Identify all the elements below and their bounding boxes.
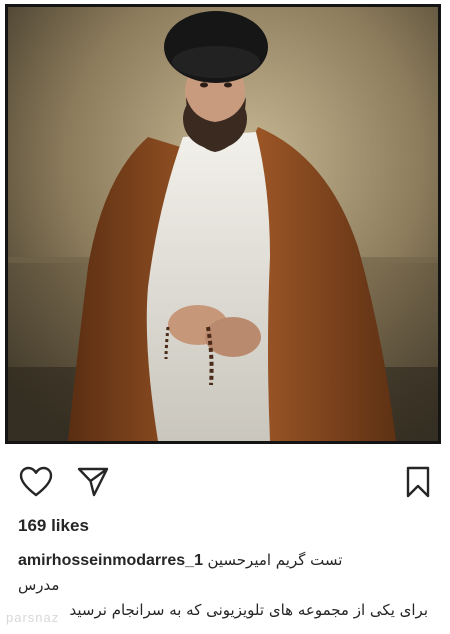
heart-outline-icon bbox=[19, 466, 53, 497]
share-button[interactable] bbox=[73, 462, 113, 502]
action-bar bbox=[0, 456, 450, 506]
caption-first-line: amirhosseinmodarres_1 تست گریم امیرحسین bbox=[18, 548, 438, 573]
instagram-post: 169 likes amirhosseinmodarres_1 تست گریم… bbox=[0, 0, 450, 634]
post-caption: amirhosseinmodarres_1 تست گریم امیرحسین … bbox=[18, 548, 438, 623]
caption-username[interactable]: amirhosseinmodarres_1 bbox=[18, 552, 203, 569]
save-button[interactable] bbox=[398, 462, 438, 502]
caption-text-line2: مدرس bbox=[18, 576, 60, 594]
post-photo-frame bbox=[0, 0, 450, 450]
caption-text-line3: برای یکی از مجموعه های تلویزیونی که به س… bbox=[69, 601, 428, 619]
photo-illustration bbox=[8, 7, 438, 441]
post-photo[interactable] bbox=[5, 4, 441, 444]
paper-plane-icon bbox=[77, 467, 109, 497]
likes-count[interactable]: 169 likes bbox=[18, 516, 89, 536]
caption-text-line1: تست گریم امیرحسین bbox=[207, 551, 343, 569]
like-button[interactable] bbox=[16, 462, 56, 502]
bookmark-outline-icon bbox=[406, 466, 430, 498]
watermark-text: parsnaz bbox=[6, 610, 60, 625]
